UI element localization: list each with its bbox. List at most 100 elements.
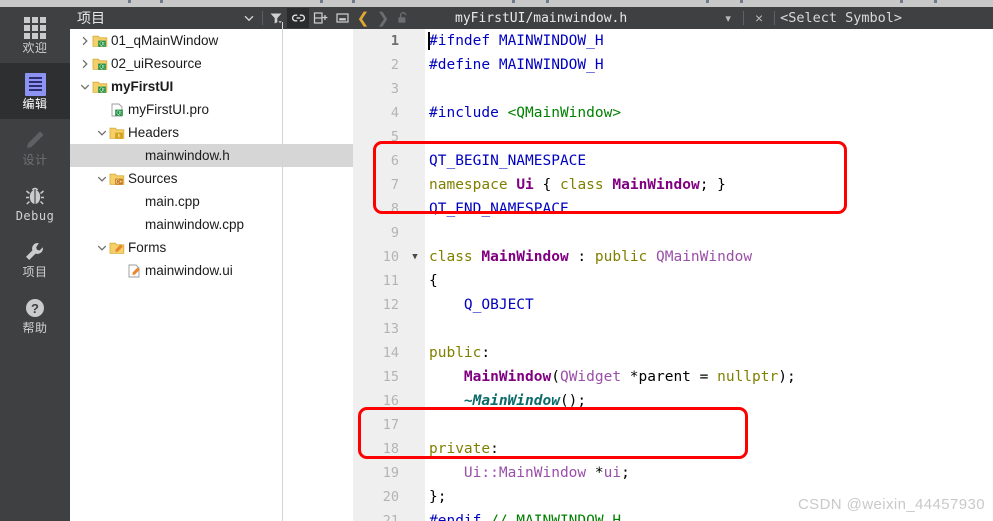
- code-line-1[interactable]: 1#ifndef MAINWINDOW_H: [353, 29, 993, 53]
- code-line-15[interactable]: 15 MainWindow(QWidget *parent = nullptr)…: [353, 365, 993, 389]
- line-number: 13: [353, 317, 399, 341]
- symbol-selector[interactable]: <Select Symbol>: [780, 10, 902, 26]
- code-text: private:: [429, 437, 499, 461]
- navigate-back-icon[interactable]: ❮: [353, 7, 373, 29]
- code-text: #ifndef MAINWINDOW_H: [429, 29, 604, 53]
- mode-button-design[interactable]: 设计: [0, 119, 70, 175]
- unlocked-icon[interactable]: [393, 7, 413, 29]
- tree-item-myfirstui-pro[interactable]: QtmyFirstUI.pro: [70, 98, 353, 121]
- minimize-icon[interactable]: [331, 8, 353, 28]
- filter-icon[interactable]: [265, 8, 287, 28]
- code-text: Q_OBJECT: [429, 293, 534, 317]
- mode-selector-bar: 欢迎 编辑 设计 Debug: [0, 7, 70, 521]
- svg-text:Qt: Qt: [99, 64, 105, 70]
- panel-divider: [282, 22, 283, 521]
- code-line-3[interactable]: 3: [353, 77, 993, 101]
- file-dropdown-icon[interactable]: ▾: [718, 7, 738, 29]
- navigate-forward-icon[interactable]: ❯: [373, 7, 393, 29]
- tree-item-sources[interactable]: C+Sources: [70, 167, 353, 190]
- line-number: 12: [353, 293, 399, 317]
- tree-spacer: [112, 144, 125, 167]
- split-add-icon[interactable]: [309, 8, 331, 28]
- fold-toggle-icon[interactable]: ▼: [409, 245, 421, 269]
- code-line-10[interactable]: 10▼class MainWindow : public QMainWindow: [353, 245, 993, 269]
- project-panel-title: 项目: [77, 8, 238, 28]
- open-file-path[interactable]: myFirstUI/mainwindow.h: [455, 11, 627, 26]
- code-line-17[interactable]: 17: [353, 413, 993, 437]
- tree-item-mainwindow-h[interactable]: mainwindow.h: [70, 144, 353, 167]
- code-line-8[interactable]: 8QT_END_NAMESPACE: [353, 197, 993, 221]
- close-icon[interactable]: ×: [749, 7, 769, 29]
- tree-spacer: [112, 259, 125, 282]
- tree-item-label: Headers: [128, 121, 179, 144]
- line-number: 18: [353, 437, 399, 461]
- link-icon[interactable]: [287, 8, 309, 28]
- code-line-12[interactable]: 12 Q_OBJECT: [353, 293, 993, 317]
- toolbar-divider-2: [743, 11, 744, 25]
- line-number: 19: [353, 461, 399, 485]
- code-line-5[interactable]: 5: [353, 125, 993, 149]
- code-line-7[interactable]: 7namespace Ui { class MainWindow; }: [353, 173, 993, 197]
- tree-item-forms[interactable]: Forms: [70, 236, 353, 259]
- line-number: 14: [353, 341, 399, 365]
- qt-folder-icon: Qt: [91, 29, 108, 52]
- project-tree[interactable]: Qt01_qMainWindowQt02_uiResourceQtmyFirst…: [70, 29, 353, 499]
- mode-button-welcome[interactable]: 欢迎: [0, 7, 70, 63]
- mode-button-help[interactable]: ? 帮助: [0, 287, 70, 343]
- tree-spacer: [112, 190, 125, 213]
- code-line-11[interactable]: 11 {: [353, 269, 993, 293]
- tree-item-mainwindow-cpp[interactable]: mainwindow.cpp: [70, 213, 353, 236]
- watermark: CSDN @weixin_44457930: [798, 496, 985, 513]
- tree-item-mainwindow-ui[interactable]: mainwindow.ui: [70, 259, 353, 282]
- code-line-18[interactable]: 18 private:: [353, 437, 993, 461]
- line-number: 5: [353, 125, 399, 149]
- code-line-14[interactable]: 14public:: [353, 341, 993, 365]
- code-editor[interactable]: 1#ifndef MAINWINDOW_H2#define MAINWINDOW…: [353, 29, 993, 521]
- tree-indent: [70, 109, 95, 110]
- tree-item-label: Forms: [128, 236, 166, 259]
- code-text: {: [429, 269, 438, 293]
- cpp-folder-icon: C+: [108, 167, 125, 190]
- chevron-down-icon[interactable]: [95, 236, 108, 259]
- svg-text:h: h: [117, 133, 120, 139]
- tree-icon-spacer: [125, 213, 142, 236]
- code-line-13[interactable]: 13: [353, 317, 993, 341]
- code-line-2[interactable]: 2#define MAINWINDOW_H: [353, 53, 993, 77]
- chevron-right-icon[interactable]: [78, 52, 91, 75]
- code-line-19[interactable]: 19 Ui::MainWindow *ui;: [353, 461, 993, 485]
- tree-item-label: mainwindow.h: [145, 144, 230, 167]
- chevron-down-icon[interactable]: [95, 121, 108, 144]
- mode-button-debug[interactable]: Debug: [0, 175, 70, 231]
- line-number: 7: [353, 173, 399, 197]
- code-line-9[interactable]: 9: [353, 221, 993, 245]
- code-line-6[interactable]: 6QT_BEGIN_NAMESPACE: [353, 149, 993, 173]
- tree-item-myfirstui[interactable]: QtmyFirstUI: [70, 75, 353, 98]
- chevron-down-icon[interactable]: [238, 8, 260, 28]
- mode-button-projects[interactable]: 项目: [0, 231, 70, 287]
- project-tree-scroll-area[interactable]: [70, 499, 353, 521]
- line-number: 11: [353, 269, 399, 293]
- tree-item-02-uiresource[interactable]: Qt 02_uiResource: [70, 52, 353, 75]
- code-text: MainWindow(QWidget *parent = nullptr);: [429, 365, 796, 389]
- svg-text:Qt: Qt: [116, 110, 122, 116]
- chevron-down-icon[interactable]: [95, 167, 108, 190]
- code-line-4[interactable]: 4#include <QMainWindow>: [353, 101, 993, 125]
- mode-label-welcome: 欢迎: [22, 42, 47, 55]
- code-line-16[interactable]: 16 ~MainWindow();: [353, 389, 993, 413]
- mode-button-edit[interactable]: 编辑: [0, 63, 70, 119]
- tree-indent: [70, 155, 112, 156]
- tree-item-01-qmainwindow[interactable]: Qt01_qMainWindow: [70, 29, 353, 52]
- code-text: ~MainWindow();: [429, 389, 586, 413]
- tree-item-headers[interactable]: h Headers: [70, 121, 353, 144]
- mode-label-help: 帮助: [22, 322, 47, 335]
- chevron-down-icon[interactable]: [78, 75, 91, 98]
- menubar-strip: [0, 0, 993, 7]
- code-text: };: [429, 485, 446, 509]
- tree-icon-spacer: [125, 190, 142, 213]
- code-text: QT_END_NAMESPACE: [429, 197, 569, 221]
- tree-item-label: 01_qMainWindow: [111, 29, 218, 52]
- tree-item-label: 02_uiResource: [111, 52, 202, 75]
- code-content[interactable]: 1#ifndef MAINWINDOW_H2#define MAINWINDOW…: [353, 29, 993, 521]
- chevron-right-icon[interactable]: [78, 29, 91, 52]
- tree-item-main-cpp[interactable]: main.cpp: [70, 190, 353, 213]
